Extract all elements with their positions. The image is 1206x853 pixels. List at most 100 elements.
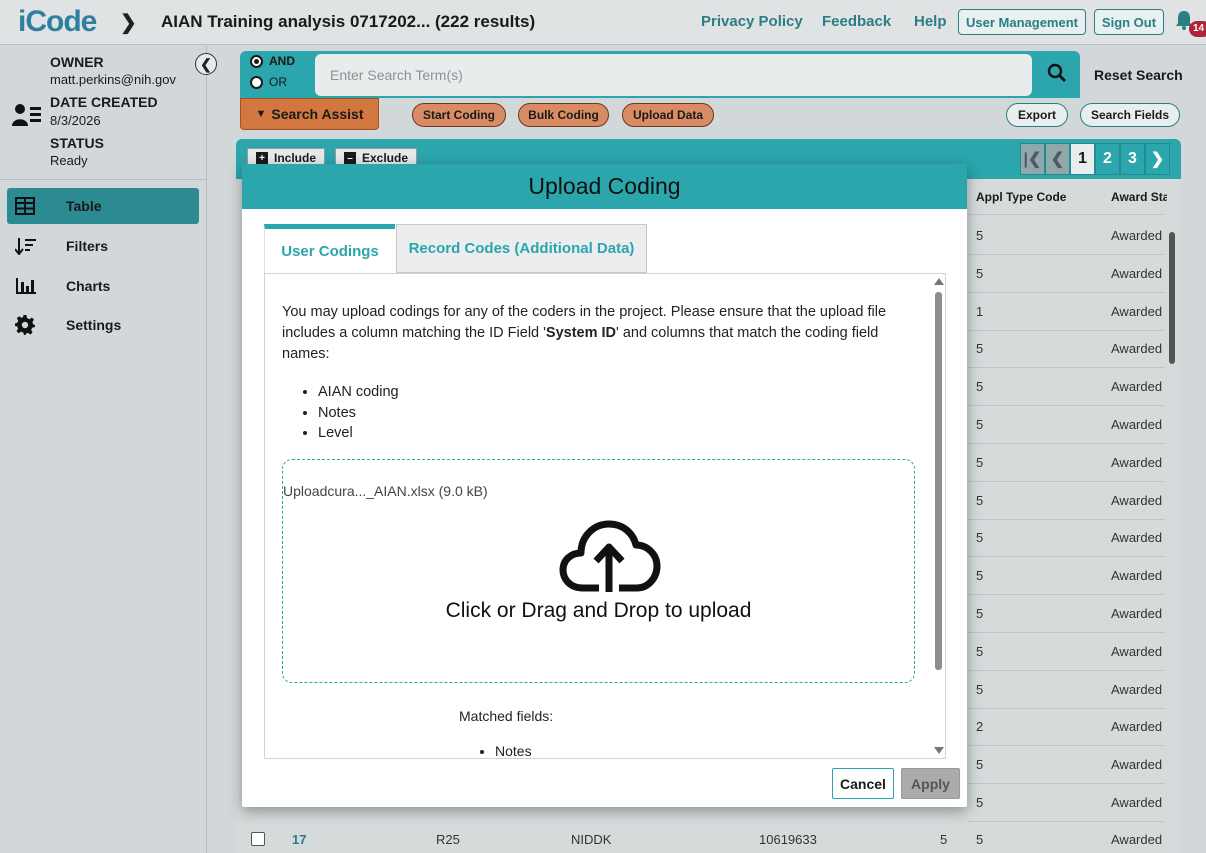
and-radio[interactable]: AND: [250, 54, 295, 68]
dialog-scroll-thumb[interactable]: [935, 292, 942, 670]
feedback-link[interactable]: Feedback: [822, 13, 891, 30]
radio-unselected-icon: [250, 75, 263, 89]
row-checkbox[interactable]: [251, 832, 265, 846]
search-icon[interactable]: [1047, 63, 1067, 83]
matched-fields-list: Notes: [495, 743, 532, 758]
row-divider: [968, 367, 1165, 368]
sidebar-item-label: Settings: [66, 317, 122, 333]
row-id-link[interactable]: 17: [292, 832, 306, 847]
row-appl-type: 5: [976, 228, 984, 243]
row-appl-type: 5: [976, 644, 984, 659]
filter-sort-icon: [7, 237, 47, 255]
row-divider: [968, 745, 1165, 746]
bulk-coding-button[interactable]: Bulk Coding: [518, 103, 609, 127]
dialog-body: You may upload codings for any of the co…: [264, 273, 946, 759]
notification-badge: 14: [1189, 21, 1206, 37]
upload-coding-dialog: Upload Coding User Codings Record Codes …: [242, 164, 967, 807]
row-award-status: Awarded: [1111, 493, 1163, 508]
row-divider: [968, 443, 1165, 444]
row-appl-id: 10619633: [759, 832, 817, 847]
page-2-button[interactable]: 2: [1095, 143, 1120, 175]
app-logo[interactable]: iCode: [18, 5, 97, 39]
search-assist-button[interactable]: ▼ Search Assist: [240, 98, 379, 130]
row-award-status: Awarded: [1111, 795, 1163, 810]
row-appl-type: 5: [976, 757, 984, 772]
tab-user-codings[interactable]: User Codings: [264, 224, 395, 273]
search-fields-button[interactable]: Search Fields: [1080, 103, 1180, 127]
previous-page-icon[interactable]: ❮: [1045, 143, 1070, 175]
plus-square-icon: +: [256, 152, 268, 164]
row-appl-type: 5: [976, 606, 984, 621]
sidebar-item-charts[interactable]: Charts: [7, 268, 199, 304]
sidebar-divider: [0, 179, 207, 180]
tab-record-codes[interactable]: Record Codes (Additional Data): [396, 224, 647, 273]
apply-button[interactable]: Apply: [901, 768, 960, 799]
row-ic: NIDDK: [571, 832, 612, 847]
next-page-icon[interactable]: ❯: [1145, 143, 1170, 175]
row-divider: [968, 292, 1165, 293]
table-scroll-thumb[interactable]: [1169, 232, 1175, 364]
date-created-label: DATE CREATED: [50, 94, 158, 110]
first-page-icon[interactable]: |❮: [1020, 143, 1045, 175]
row-appl-type: 5: [976, 832, 984, 847]
row-award-status: Awarded: [1111, 832, 1163, 847]
table-icon: [7, 197, 47, 215]
row-divider: [968, 594, 1165, 595]
row-award-status: Awarded: [1111, 530, 1163, 545]
page-3-button[interactable]: 3: [1120, 143, 1145, 175]
sidebar-item-label: Filters: [66, 238, 109, 254]
row-divider: [968, 708, 1165, 709]
row-award-status: Awarded: [1111, 417, 1163, 432]
sidebar-item-label: Table: [66, 198, 102, 214]
row-activity: R25: [436, 832, 460, 847]
user-management-button[interactable]: User Management: [958, 9, 1086, 35]
privacy-policy-link[interactable]: Privacy Policy: [701, 13, 803, 30]
sign-out-button[interactable]: Sign Out: [1094, 9, 1164, 35]
column-header-award-status[interactable]: Award Status: [1111, 190, 1167, 204]
row-appl-type: 5: [976, 795, 984, 810]
collapse-sidebar-button[interactable]: ❮: [195, 53, 217, 75]
chevron-down-icon: ▼: [255, 108, 267, 120]
help-link[interactable]: Help: [914, 13, 947, 30]
search-input[interactable]: [315, 54, 1032, 96]
scroll-down-arrow-icon[interactable]: [934, 747, 944, 754]
row-divider: [968, 481, 1165, 482]
page-1-button[interactable]: 1: [1070, 143, 1095, 175]
cancel-button[interactable]: Cancel: [832, 768, 894, 799]
uploaded-file-name: Uploadcura..._AIAN.xlsx (9.0 kB): [283, 483, 488, 499]
row-divider: [968, 783, 1165, 784]
header-divider: [968, 214, 1165, 215]
list-item: AIAN coding: [318, 382, 399, 403]
sidebar-item-settings[interactable]: Settings: [7, 307, 199, 343]
sidebar-item-label: Charts: [66, 278, 111, 294]
row-award-status: Awarded: [1111, 568, 1163, 583]
sidebar-item-table[interactable]: Table: [7, 188, 199, 224]
row-appl-type: 5: [976, 682, 984, 697]
reset-search-button[interactable]: Reset Search: [1094, 67, 1183, 83]
row-award-status: Awarded: [1111, 606, 1163, 621]
upload-data-button[interactable]: Upload Data: [622, 103, 714, 127]
or-radio[interactable]: OR: [250, 75, 287, 89]
row-divider: [968, 405, 1165, 406]
dropzone-instructions: Click or Drag and Drop to upload: [445, 599, 752, 622]
search-assist-label: Search Assist: [271, 106, 364, 122]
file-dropzone[interactable]: Uploadcura..._AIAN.xlsx (9.0 kB) Click o…: [282, 459, 915, 683]
export-button[interactable]: Export: [1006, 103, 1068, 127]
date-created-value: 8/3/2026: [50, 113, 101, 128]
row-appl-type: 2: [976, 719, 984, 734]
status-label: STATUS: [50, 135, 104, 151]
page-title: AIAN Training analysis 0717202... (222 r…: [161, 12, 536, 31]
row-col5: 5: [940, 832, 948, 847]
row-appl-type: 5: [976, 379, 984, 394]
row-award-status: Awarded: [1111, 341, 1163, 356]
row-award-status: Awarded: [1111, 644, 1163, 659]
list-item: Notes: [318, 403, 399, 424]
row-award-status: Awarded: [1111, 455, 1163, 470]
start-coding-button[interactable]: Start Coding: [412, 103, 506, 127]
row-award-status: Awarded: [1111, 682, 1163, 697]
sidebar-item-filters[interactable]: Filters: [7, 228, 199, 264]
row-award-status: Awarded: [1111, 228, 1163, 243]
column-header-appl-type-code[interactable]: Appl Type Code: [976, 190, 1066, 204]
scroll-up-arrow-icon[interactable]: [934, 278, 944, 285]
row-appl-type: 5: [976, 530, 984, 545]
